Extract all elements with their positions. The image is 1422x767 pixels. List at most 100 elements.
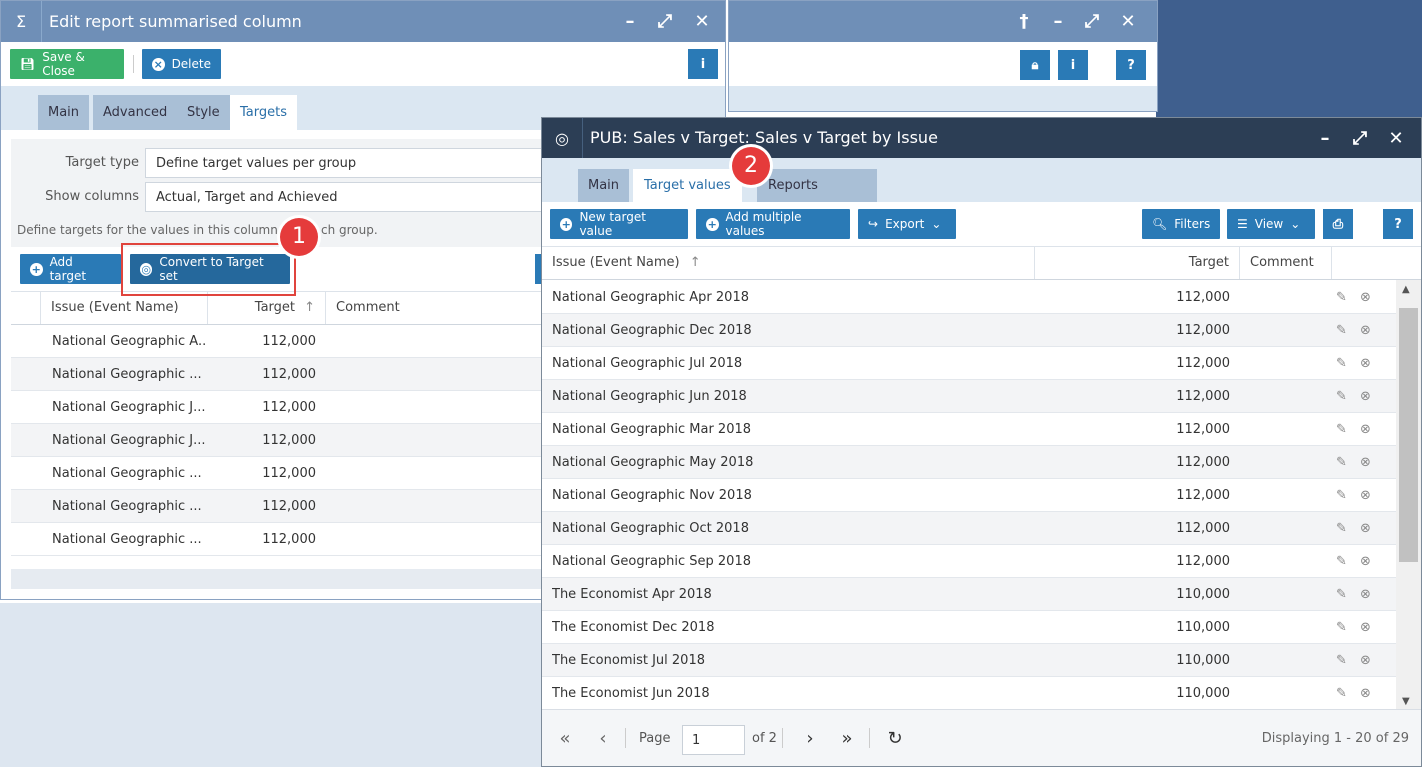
table-row[interactable]: National Geographic Jun 2018 112,000 ✎ ⊗ [542, 380, 1396, 413]
delete-icon[interactable]: ⊗ [1360, 512, 1376, 545]
prev-page-icon[interactable]: ‹ [588, 710, 618, 767]
col-comment[interactable]: Comment [1240, 247, 1332, 279]
edit-icon[interactable]: ✎ [1336, 611, 1352, 644]
minimize-icon[interactable]: – [1312, 118, 1338, 159]
info-icon[interactable]: i [1058, 50, 1088, 80]
first-page-icon[interactable]: « [550, 710, 580, 767]
edit-icon[interactable]: ✎ [1336, 413, 1352, 446]
delete-icon[interactable]: ⊗ [1360, 677, 1376, 710]
delete-icon[interactable]: ⊗ [1360, 380, 1376, 413]
tab-advanced[interactable]: Advanced [93, 95, 178, 130]
table-row[interactable]: National Geographic ... 112,000 [11, 358, 543, 391]
print-icon[interactable]: ⎙ [1323, 209, 1353, 239]
table-row[interactable]: National Geographic Dec 2018 112,000 ✎ ⊗ [542, 314, 1396, 347]
delete-icon[interactable]: ⊗ [1360, 578, 1376, 611]
save-close-button[interactable]: 💾︎ Save & Close [10, 49, 124, 79]
col-target[interactable]: Target ↑ [208, 292, 326, 324]
edit-icon[interactable]: ✎ [1336, 281, 1352, 314]
table-row[interactable]: National Geographic Oct 2018 112,000 ✎ ⊗ [542, 512, 1396, 545]
delete-icon[interactable]: ⊗ [1360, 281, 1376, 314]
row-target: 112,000 [1176, 554, 1230, 569]
new-target-value-button[interactable]: + New target value [550, 209, 688, 239]
delete-icon[interactable]: ⊗ [1360, 545, 1376, 578]
add-multiple-values-button[interactable]: + Add multiple values [696, 209, 850, 239]
tab-style[interactable]: Style [177, 95, 230, 130]
edit-icon[interactable]: ✎ [1336, 677, 1352, 710]
table-row[interactable]: National Geographic J... 112,000 [11, 424, 543, 457]
table-row[interactable]: National Geographic Nov 2018 112,000 ✎ ⊗ [542, 479, 1396, 512]
refresh-icon[interactable]: ↻ [880, 710, 910, 767]
tab-main[interactable]: Main [38, 95, 90, 130]
table-row[interactable]: The Economist Dec 2018 110,000 ✎ ⊗ [542, 611, 1396, 644]
edit-icon[interactable]: ✎ [1336, 446, 1352, 479]
table-row[interactable]: National Geographic Apr 2018 112,000 ✎ ⊗ [542, 281, 1396, 314]
next-page-icon[interactable]: › [795, 710, 825, 767]
delete-icon[interactable]: ⊗ [1360, 446, 1376, 479]
minimize-icon[interactable]: – [617, 1, 643, 42]
col-issue[interactable]: Issue (Event Name) [41, 292, 208, 324]
maximize-icon[interactable]: ⤢ [1079, 1, 1105, 42]
table-row[interactable]: The Economist Jun 2018 110,000 ✎ ⊗ [542, 677, 1396, 710]
delete-icon[interactable]: ⊗ [1360, 479, 1376, 512]
help-icon[interactable]: ? [1383, 209, 1413, 239]
help-icon[interactable]: ? [1116, 50, 1146, 80]
filters-button[interactable]: 🔍︎ Filters [1142, 209, 1220, 239]
col-issue[interactable]: Issue (Event Name) ↑ [542, 247, 1035, 279]
edit-icon[interactable]: ✎ [1336, 512, 1352, 545]
table-row[interactable]: National Geographic ... 112,000 [11, 457, 543, 490]
last-page-icon[interactable]: » [832, 710, 862, 767]
table-row[interactable]: National Geographic ... 112,000 [11, 490, 543, 523]
delete-icon[interactable]: ⊗ [1360, 347, 1376, 380]
table-row[interactable]: The Economist Apr 2018 110,000 ✎ ⊗ [542, 578, 1396, 611]
minimize-icon[interactable]: – [1045, 1, 1071, 42]
view-button[interactable]: ☰ View ⌄ [1227, 209, 1315, 239]
delete-icon[interactable]: ⊗ [1360, 314, 1376, 347]
table-row[interactable]: The Economist Jul 2018 110,000 ✎ ⊗ [542, 644, 1396, 677]
scroll-down-icon[interactable]: ▼ [1402, 696, 1410, 707]
close-icon[interactable]: ✕ [689, 1, 715, 42]
edit-icon[interactable]: ✎ [1336, 545, 1352, 578]
page-input[interactable]: 1 [682, 725, 745, 755]
chevron-down-icon: ⌄ [931, 217, 942, 231]
target-type-select[interactable]: Define target values per group [145, 148, 545, 178]
background-window-titlebar: † – ⤢ ✕ [729, 1, 1157, 42]
lock-icon[interactable]: 🔒︎ [1020, 50, 1050, 80]
table-row[interactable]: National Geographic Mar 2018 112,000 ✎ ⊗ [542, 413, 1396, 446]
close-icon[interactable]: ✕ [1383, 118, 1409, 159]
col-comment[interactable]: Comment [326, 292, 543, 324]
delete-icon[interactable]: ⊗ [1360, 611, 1376, 644]
close-icon[interactable]: ✕ [1115, 1, 1141, 42]
table-row[interactable]: National Geographic A... 112,000 [11, 325, 543, 358]
tab-target-values[interactable]: Target values [633, 169, 742, 202]
scroll-thumb[interactable] [1399, 308, 1418, 562]
delete-icon[interactable]: ⊗ [1360, 644, 1376, 677]
tab-reports[interactable]: Reports [757, 169, 877, 202]
table-row[interactable]: National Geographic ... 112,000 [11, 523, 543, 556]
tab-targets[interactable]: Targets [230, 95, 297, 130]
edit-icon[interactable]: ✎ [1336, 314, 1352, 347]
edit-icon[interactable]: ✎ [1336, 644, 1352, 677]
tab-main[interactable]: Main [578, 169, 630, 202]
table-row[interactable]: National Geographic J... 112,000 [11, 391, 543, 424]
add-target-button[interactable]: + Add target [20, 254, 121, 284]
show-columns-select[interactable]: Actual, Target and Achieved [145, 182, 545, 212]
edit-icon[interactable]: ✎ [1336, 380, 1352, 413]
edit-icon[interactable]: ✎ [1336, 578, 1352, 611]
targets-grid-header: Issue (Event Name) ↑ Target Comment [542, 246, 1421, 280]
table-row[interactable]: National Geographic May 2018 112,000 ✎ ⊗ [542, 446, 1396, 479]
delete-icon[interactable]: ⊗ [1360, 413, 1376, 446]
export-button[interactable]: ↪ Export ⌄ [858, 209, 956, 239]
maximize-icon[interactable]: ⤢ [652, 1, 678, 42]
table-row[interactable]: National Geographic Sep 2018 112,000 ✎ ⊗ [542, 545, 1396, 578]
table-row[interactable]: National Geographic Jul 2018 112,000 ✎ ⊗ [542, 347, 1396, 380]
col-target[interactable]: Target [1035, 247, 1240, 279]
delete-button[interactable]: × Delete [142, 49, 221, 79]
scroll-up-icon[interactable]: ▲ [1402, 284, 1410, 295]
vertical-scrollbar[interactable]: ▲ ▼ [1396, 280, 1421, 710]
info-icon[interactable]: i [688, 49, 718, 79]
edit-icon[interactable]: ✎ [1336, 347, 1352, 380]
background-window: † – ⤢ ✕ 🔒︎ i ? [728, 0, 1158, 112]
edit-icon[interactable]: ✎ [1336, 479, 1352, 512]
maximize-icon[interactable]: ⤢ [1347, 118, 1373, 159]
pin-icon[interactable]: † [1011, 1, 1037, 42]
